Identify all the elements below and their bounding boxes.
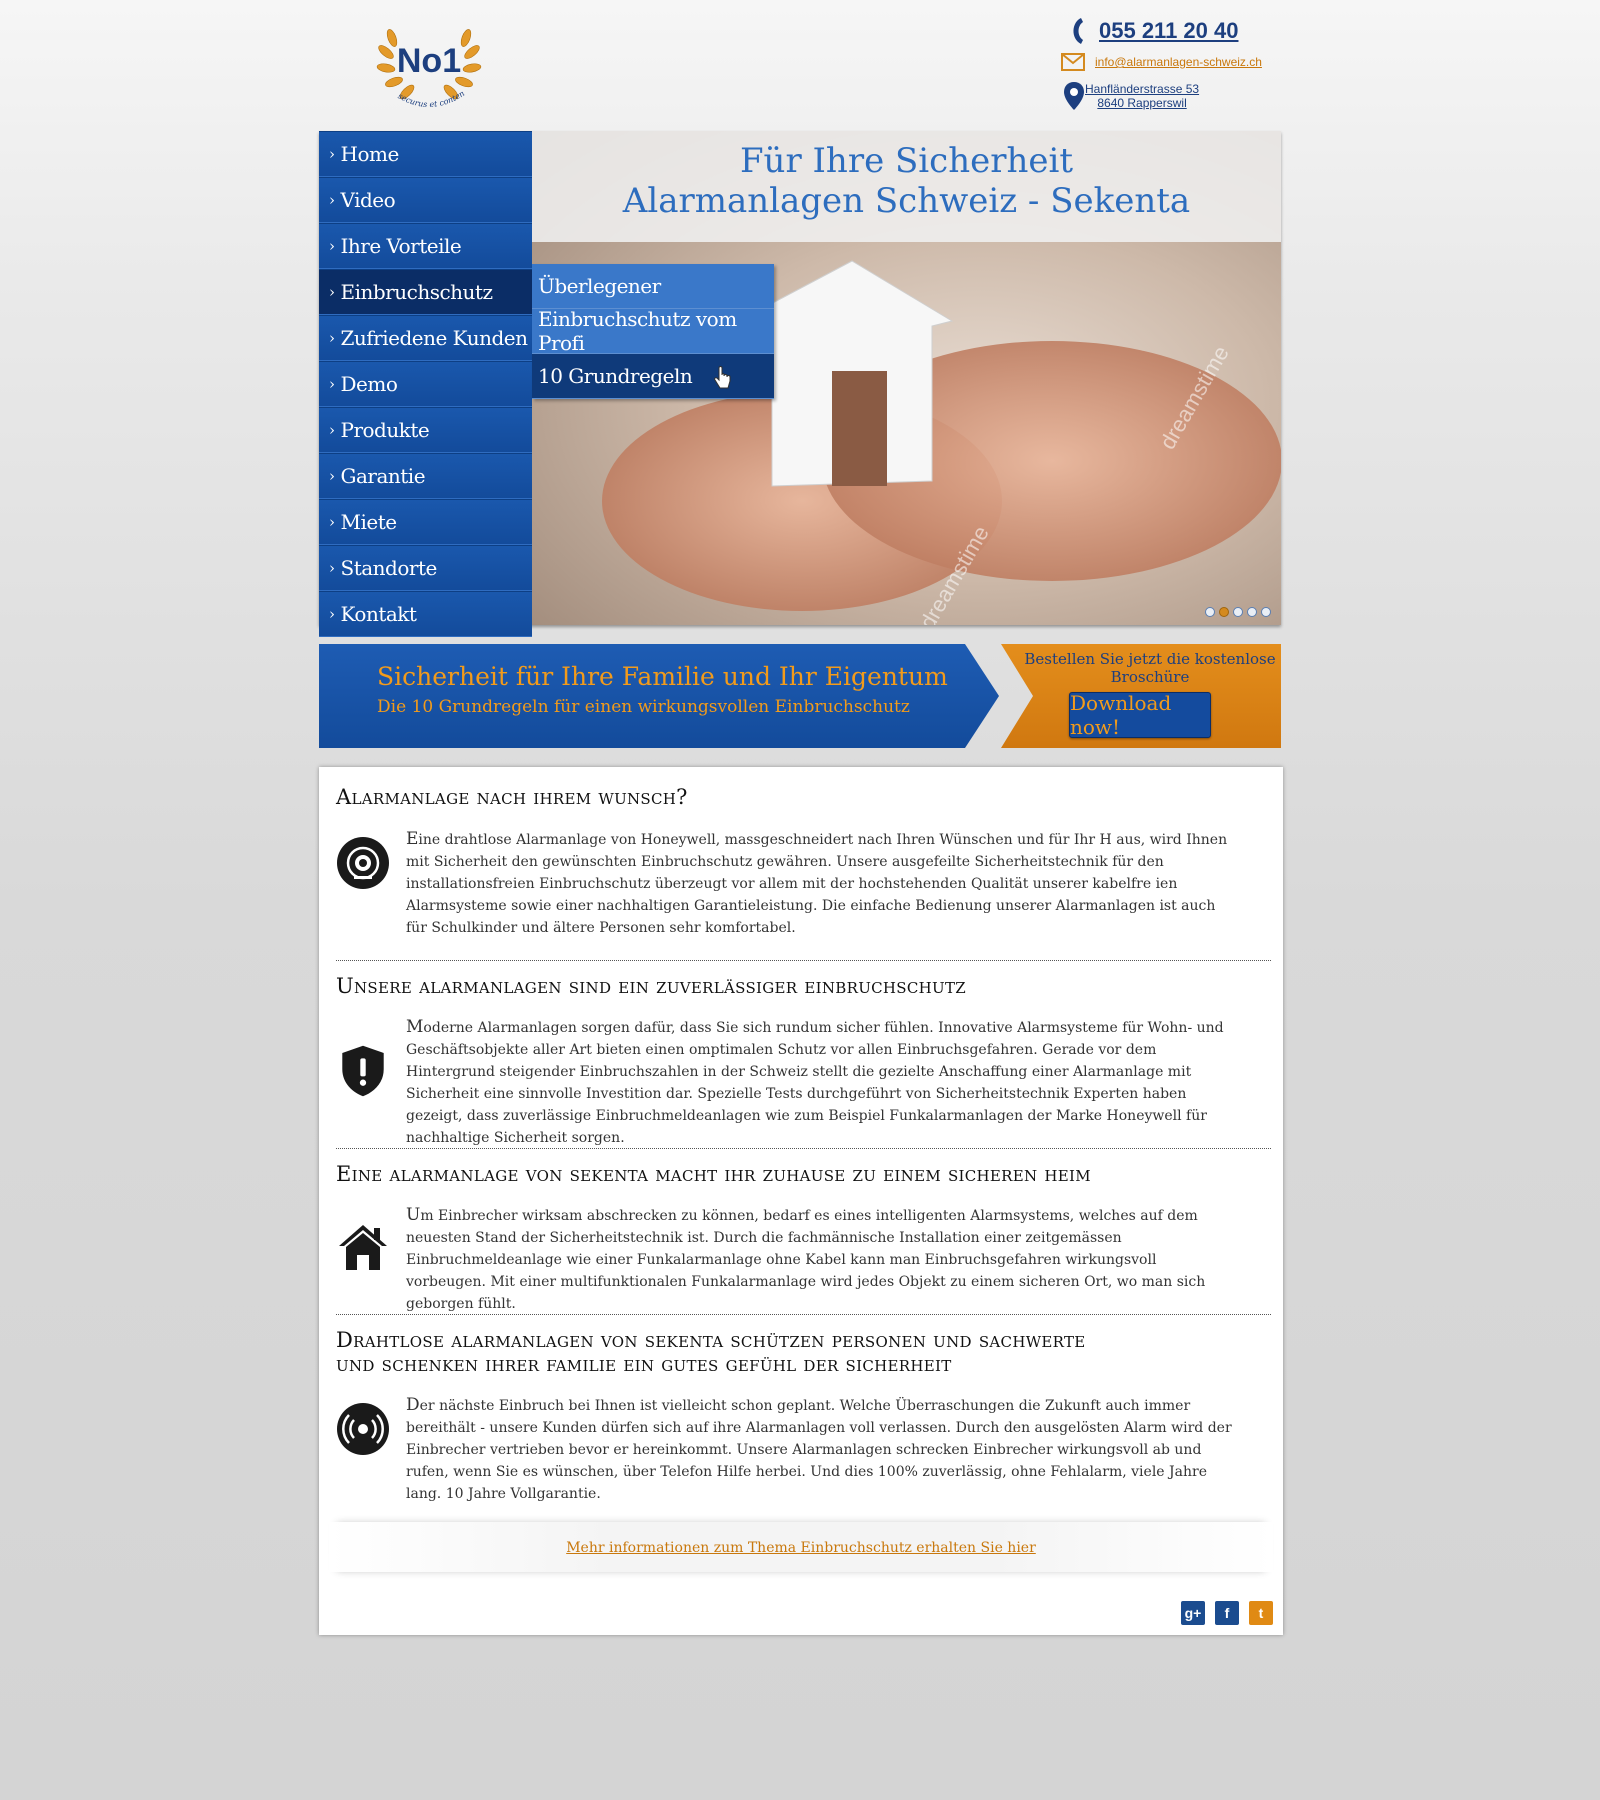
arrow-right-icon: › [329,513,335,531]
nav-label: Kontakt [340,602,417,626]
section-divider [336,960,1271,961]
arrow-right-icon: › [329,283,335,301]
social-links: g+ f t [1181,1601,1273,1625]
slider-dot-active[interactable] [1219,607,1229,617]
slider-dot[interactable] [1261,607,1271,617]
google-plus-icon[interactable]: g+ [1181,1601,1205,1625]
arrow-right-icon: › [329,559,335,577]
content-section: Unsere alarmanlagen sind ein zuverlässig… [336,974,1271,1146]
facebook-icon[interactable]: f [1215,1601,1239,1625]
email-link[interactable]: info@alarmanlagen-schweiz.ch [1095,55,1262,69]
dropdown-label: 10 Grundregeln [538,364,693,388]
arrow-right-icon: › [329,605,335,623]
brochure-promo-text: Bestellen Sie jetzt die kostenlose Brosc… [1024,650,1276,686]
nav-item-zufriedene-kunden[interactable]: › Zufriedene Kunden [319,315,532,361]
content-section: Eine alarmanlage von sekenta macht ihr z… [336,1162,1271,1312]
nav-label: Garantie [340,464,426,488]
nav-label: Standorte [340,556,438,580]
nav-item-garantie[interactable]: › Garantie [319,453,532,499]
arrow-right-icon: › [329,421,335,439]
phone-icon [1073,18,1083,44]
section-text: Der nächste Einbruch bei Ihnen ist viell… [406,1395,1232,1502]
alarm-siren-icon [337,837,389,889]
nav-item-miete[interactable]: › Miete [319,499,532,545]
address-city: 8640 Rapperswil [1097,96,1187,110]
hero-title: Für Ihre Sicherheit Alarmanlagen Schweiz… [532,131,1281,242]
section-title-line1: Drahtlose alarmanlagen von sekenta schüt… [336,1328,1086,1352]
nav-item-einbruchschutz[interactable]: › Einbruchschutz [319,269,532,315]
svg-text:No1: No1 [397,42,461,80]
nav-item-demo[interactable]: › Demo [319,361,532,407]
slider-pagination [1205,607,1271,617]
download-button[interactable]: Download now! [1069,691,1211,739]
arrow-right-icon: › [329,375,335,393]
mail-icon [1061,53,1085,71]
shield-warning-icon [342,1045,384,1097]
more-info-link[interactable]: Mehr informationen zum Thema Einbruchsch… [566,1540,1036,1556]
arrow-right-icon: › [329,145,335,163]
nav-label: Home [340,142,400,166]
nav-item-standorte[interactable]: › Standorte [319,545,532,591]
nav-label: Video [340,188,396,212]
nav-item-home[interactable]: › Home [319,131,532,177]
section-text: Eine drahtlose Alarmanlage von Honeywell… [406,829,1228,936]
arrow-right-icon: › [329,237,335,255]
section-title: Eine alarmanlage von sekenta macht ihr z… [336,1162,1091,1186]
dropdown-item-einbruchschutz-vom-profi[interactable]: Einbruchschutz vom Profi [532,307,774,355]
section-title: Unsere alarmanlagen sind ein zuverlässig… [336,974,967,998]
main-content: Alarmanlage nach ihrem wunsch? Eine drah… [319,767,1283,1635]
section-text: Moderne Alarmanlagen sorgen dafür, dass … [406,1017,1224,1146]
phone-number[interactable]: 055 211 20 40 [1099,18,1238,44]
more-info-box: Mehr informationen zum Thema Einbruchsch… [329,1522,1273,1572]
contact-info: 055 211 20 40 info@alarmanlagen-schweiz.… [1059,14,1289,116]
section-title: Alarmanlage nach ihrem wunsch? [336,785,688,809]
twitter-icon[interactable]: t [1249,1601,1273,1625]
hand-cursor-icon [714,366,731,389]
content-section: Drahtlose alarmanlagen von sekenta schüt… [336,1328,1271,1502]
nav-label: Produkte [340,418,430,442]
section-divider [336,1148,1271,1149]
hero-title-line1: Für Ihre Sicherheit [739,141,1074,181]
slider-dot[interactable] [1205,607,1215,617]
einbruchschutz-dropdown: Überlegener Einbruchschutz vom Profi 10 … [532,264,774,399]
arrow-right-icon: › [329,329,335,347]
address[interactable]: Hanfländerstrasse 53 8640 Rapperswil [1085,82,1199,110]
content-section: Alarmanlage nach ihrem wunsch? Eine drah… [336,785,1271,936]
main-nav: › Home › Video › Ihre Vorteile › Einbruchsch… [319,131,532,637]
banner-subtitle: Die 10 Grundregeln für einen wirkungsvol… [377,697,910,717]
nav-label: Zufriedene Kunden [340,326,528,350]
wireless-signal-icon [337,1403,389,1455]
nav-item-produkte[interactable]: › Produkte [319,407,532,453]
section-title: Drahtlose alarmanlagen von sekenta schüt… [336,1328,1271,1376]
nav-label: Einbruchschutz [340,280,494,304]
nav-item-video[interactable]: › Video [319,177,532,223]
section-title-line2: und schenken ihrer familie ein gutes gef… [336,1352,952,1376]
laurel-wreath-icon: No1 securus et contentus [371,3,482,109]
promo-banner: Sicherheit für Ihre Familie und Ihr Eige… [319,644,1281,748]
hero-title-line2: Alarmanlagen Schweiz - Sekenta [622,181,1191,221]
house-icon [339,1225,387,1270]
arrow-right-icon: › [329,467,335,485]
nav-item-ihre-vorteile[interactable]: › Ihre Vorteile [319,223,532,269]
dropdown-item-ueberlegener[interactable]: Überlegener [532,264,774,309]
section-text: Um Einbrecher wirksam abschrecken zu kön… [406,1205,1206,1312]
nav-item-kontakt[interactable]: › Kontakt [319,591,532,637]
banner-title: Sicherheit für Ihre Familie und Ihr Eige… [377,662,948,691]
nav-label: Demo [340,372,398,396]
section-divider [336,1314,1271,1315]
slider-dot[interactable] [1233,607,1243,617]
nav-label: Ihre Vorteile [340,234,462,258]
slider-dot[interactable] [1247,607,1257,617]
location-pin-icon [1064,82,1084,110]
nav-label: Miete [340,510,398,534]
hero: › Home › Video › Ihre Vorteile › Einbruchsch… [319,131,1281,637]
logo[interactable]: No1 securus et contentus [371,3,484,118]
address-street: Hanfländerstrasse 53 [1085,82,1200,96]
dropdown-item-10-grundregeln[interactable]: 10 Grundregeln [532,354,774,399]
arrow-right-icon: › [329,191,335,209]
